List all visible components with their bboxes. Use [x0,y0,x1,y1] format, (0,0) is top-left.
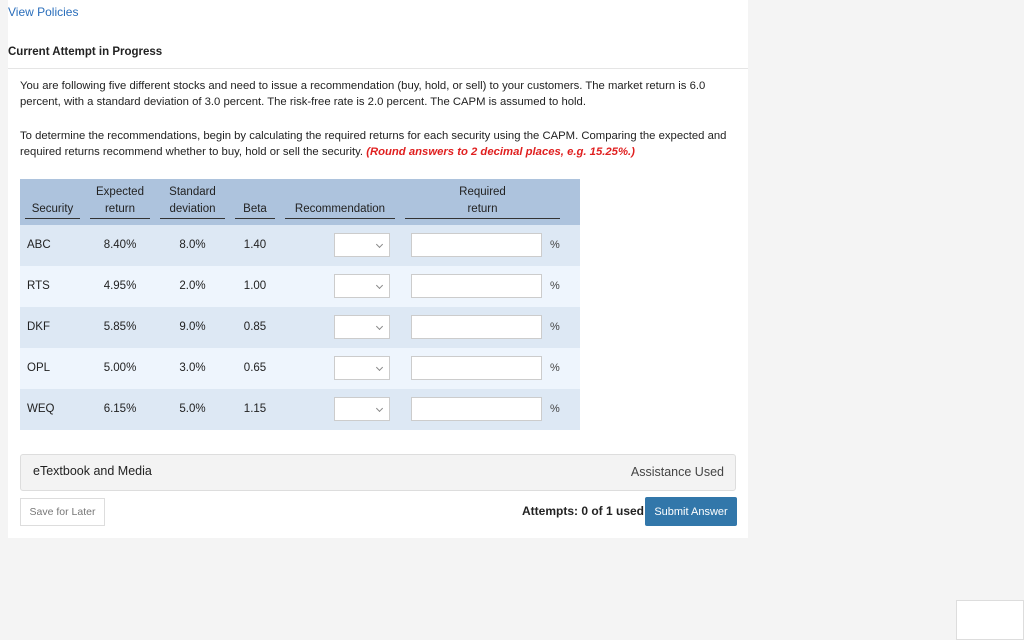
recommendation-select[interactable] [334,232,390,257]
security-cell: WEQ [20,389,85,430]
required-return-input[interactable] [411,314,542,339]
header-std-line2: deviation [169,203,216,215]
beta-cell: 1.00 [230,266,280,307]
header-required-line2: return [467,203,498,215]
expected-return-cell: 4.95% [85,266,155,307]
percent-unit: % [550,279,560,292]
percent-unit: % [550,402,560,415]
std-deviation-cell: 5.0% [155,389,230,430]
required-return-input[interactable] [411,232,542,257]
recommendation-select[interactable] [334,355,390,380]
expected-return-cell: 5.85% [85,307,155,348]
beta-cell: 0.65 [230,348,280,389]
attempts-count: Attempts: 0 of 1 used [522,504,645,518]
header-required-line1: Required [459,186,506,198]
std-deviation-cell: 2.0% [155,266,230,307]
recommendation-select[interactable] [334,314,390,339]
header-std-line1: Standard [169,186,216,198]
table-row: OPL 5.00% 3.0% 0.65 % [20,348,580,389]
required-return-input[interactable] [411,273,542,298]
expected-return-cell: 6.15% [85,389,155,430]
table-row: ABC 8.40% 8.0% 1.40 % [20,225,580,266]
table-row: RTS 4.95% 2.0% 1.00 % [20,266,580,307]
percent-unit: % [550,361,560,374]
page-thumbnail[interactable] [956,600,1024,640]
header-beta: Beta [235,201,275,219]
header-std: Standard deviation [160,184,225,219]
beta-cell: 1.40 [230,225,280,266]
view-policies-link[interactable]: View Policies [8,5,78,19]
expected-return-cell: 8.40% [85,225,155,266]
header-expected-line1: Expected [96,186,144,198]
divider [8,68,748,69]
securities-table: Security Expected return Standard deviatio… [20,179,580,430]
percent-unit: % [550,320,560,333]
etextbook-link[interactable]: eTextbook and Media [33,464,152,478]
header-required: Required return [405,184,560,219]
beta-cell: 0.85 [230,307,280,348]
expected-return-cell: 5.00% [85,348,155,389]
table-row: DKF 5.85% 9.0% 0.85 % [20,307,580,348]
std-deviation-cell: 8.0% [155,225,230,266]
attempt-title: Current Attempt in Progress [8,46,163,58]
header-recommendation: Recommendation [285,201,395,219]
question-instructions: To determine the recommendations, begin … [20,128,735,160]
required-return-input[interactable] [411,355,542,380]
header-expected-line2: return [104,203,136,215]
std-deviation-cell: 3.0% [155,348,230,389]
beta-cell: 1.15 [230,389,280,430]
etextbook-bar: eTextbook and Media Assistance Used [20,454,736,491]
assistance-used[interactable]: Assistance Used [631,465,724,479]
security-cell: RTS [20,266,85,307]
percent-unit: % [550,238,560,251]
std-deviation-cell: 9.0% [155,307,230,348]
table-row: WEQ 6.15% 5.0% 1.15 % [20,389,580,430]
security-cell: OPL [20,348,85,389]
security-cell: ABC [20,225,85,266]
rounding-note: (Round answers to 2 decimal places, e.g.… [366,146,635,158]
recommendation-select[interactable] [334,273,390,298]
header-security: Security [25,201,80,219]
save-for-later-button[interactable]: Save for Later [20,498,105,526]
submit-answer-button[interactable]: Submit Answer [645,497,737,526]
header-expected: Expected return [90,184,150,219]
recommendation-select[interactable] [334,396,390,421]
security-cell: DKF [20,307,85,348]
question-text: You are following five different stocks … [20,80,706,108]
required-return-input[interactable] [411,396,542,421]
